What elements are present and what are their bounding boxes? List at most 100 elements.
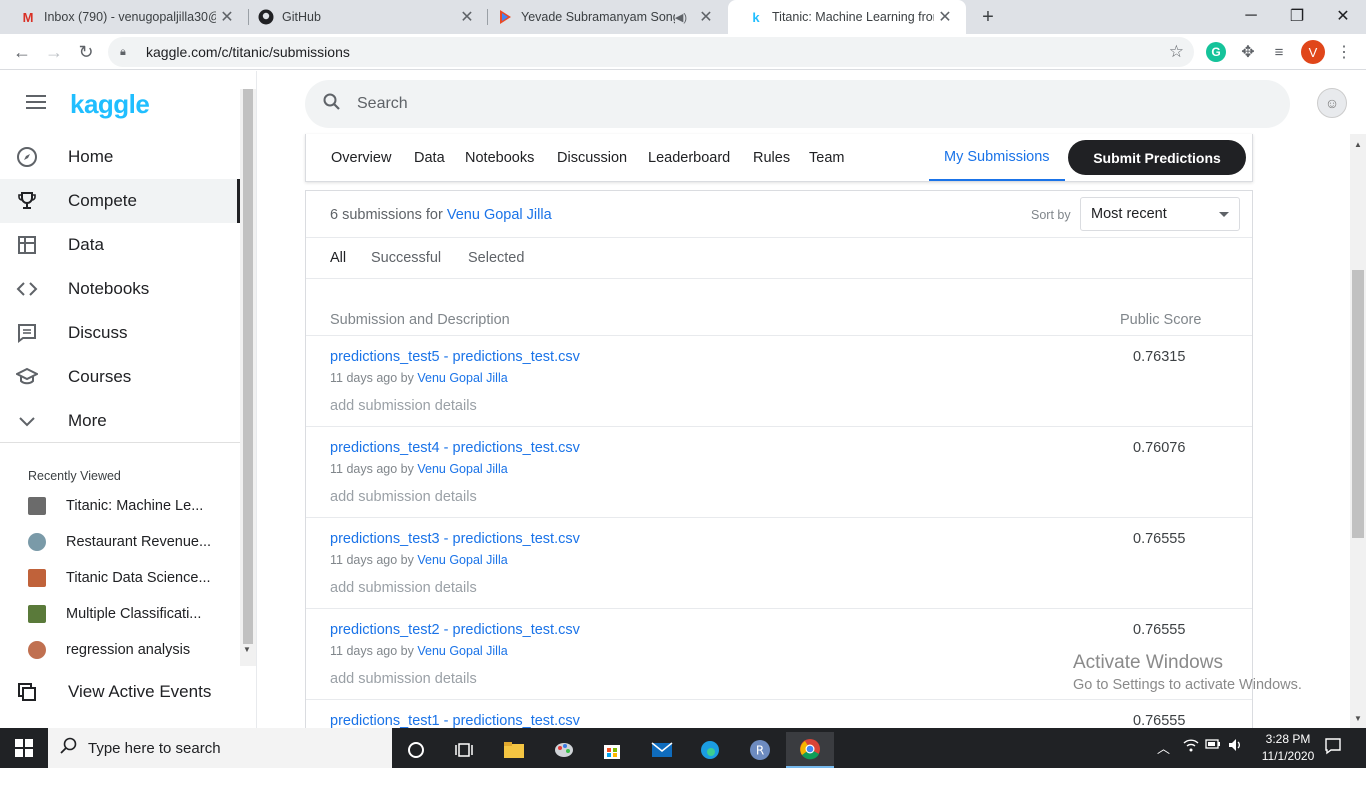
- tab-title: Yevade Subramanyam Songs: [521, 10, 675, 24]
- reload-icon[interactable]: ↻: [72, 38, 100, 66]
- grammarly-icon[interactable]: G: [1206, 42, 1226, 62]
- address-bar[interactable]: 🔒︎ kaggle.com/c/titanic/submissions ☆: [108, 37, 1194, 67]
- submission-count: 6 submissions for Venu Gopal Jilla: [330, 207, 552, 223]
- submission-file-link[interactable]: predictions_test4 - predictions_test.csv: [330, 440, 580, 456]
- recent-item[interactable]: regression analysis: [28, 635, 228, 665]
- search-icon: [60, 737, 78, 760]
- sidebar-item-home[interactable]: Home: [0, 135, 240, 179]
- recent-item[interactable]: Multiple Classificati...: [28, 599, 228, 629]
- wifi-icon[interactable]: [1183, 738, 1199, 755]
- r-app-icon[interactable]: R: [736, 732, 784, 768]
- filter-all[interactable]: All: [330, 250, 346, 266]
- filter-selected[interactable]: Selected: [468, 250, 524, 266]
- close-icon[interactable]: ✕: [934, 7, 956, 27]
- hamburger-menu-icon[interactable]: [26, 95, 46, 111]
- submit-predictions-button[interactable]: Submit Predictions: [1068, 140, 1246, 175]
- user-link[interactable]: Venu Gopal Jilla: [447, 207, 552, 223]
- tab-data[interactable]: Data: [414, 134, 445, 181]
- battery-icon[interactable]: [1205, 738, 1221, 753]
- filter-successful[interactable]: Successful: [371, 250, 441, 266]
- cortana-icon[interactable]: [392, 732, 440, 768]
- extensions-puzzle-icon[interactable]: ✥: [1238, 42, 1258, 62]
- back-arrow-icon[interactable]: ←: [8, 38, 36, 66]
- close-icon[interactable]: ✕: [456, 7, 478, 27]
- media-control-icon[interactable]: ≡: [1269, 42, 1289, 62]
- system-clock[interactable]: 3:28 PM 11/1/2020: [1258, 731, 1318, 765]
- submitter-link[interactable]: Venu Gopal Jilla: [417, 462, 507, 476]
- recent-item[interactable]: Titanic Data Science...: [28, 563, 228, 593]
- forward-arrow-icon[interactable]: →: [40, 38, 68, 66]
- bookmark-star-icon[interactable]: ☆: [1169, 42, 1184, 62]
- submission-file-link[interactable]: predictions_test2 - predictions_test.csv: [330, 622, 580, 638]
- add-details-link[interactable]: add submission details: [330, 489, 477, 505]
- close-icon[interactable]: ✕: [216, 7, 238, 27]
- tab-rules[interactable]: Rules: [753, 134, 790, 181]
- sidebar-item-notebooks[interactable]: Notebooks: [0, 267, 240, 311]
- recent-thumbnail: [28, 533, 46, 551]
- user-avatar[interactable]: ☺: [1317, 88, 1347, 118]
- page-scroll-thumb[interactable]: [1352, 270, 1364, 538]
- recent-item[interactable]: Restaurant Revenue...: [28, 527, 228, 557]
- site-search[interactable]: [305, 80, 1290, 128]
- paint-icon[interactable]: [540, 732, 588, 768]
- sidebar-item-more[interactable]: More: [0, 399, 240, 443]
- recent-item[interactable]: Titanic: Machine Le...: [28, 491, 228, 521]
- tab-notebooks[interactable]: Notebooks: [465, 134, 534, 181]
- tab-title: Inbox (790) - venugopaljilla30@g: [44, 10, 216, 24]
- store-icon[interactable]: [588, 732, 636, 768]
- submitter-link[interactable]: Venu Gopal Jilla: [417, 371, 507, 385]
- browser-menu-icon[interactable]: ⋮: [1334, 42, 1354, 62]
- file-explorer-icon[interactable]: [490, 732, 538, 768]
- tab-overview[interactable]: Overview: [331, 134, 391, 181]
- submitter-link[interactable]: Venu Gopal Jilla: [417, 553, 507, 567]
- tab-discussion[interactable]: Discussion: [557, 134, 627, 181]
- new-tab-button[interactable]: +: [976, 5, 1000, 29]
- public-score: 0.76315: [1133, 349, 1186, 365]
- close-icon[interactable]: ✕: [695, 7, 717, 27]
- close-window-button[interactable]: ✕: [1320, 0, 1366, 32]
- sort-dropdown[interactable]: Most recent: [1080, 197, 1240, 231]
- chevron-up-icon[interactable]: ︿: [1157, 738, 1170, 757]
- browser-tab-gmail[interactable]: M Inbox (790) - venugopaljilla30@g ✕: [0, 0, 248, 34]
- tab-team[interactable]: Team: [809, 134, 844, 181]
- task-view-icon[interactable]: [440, 732, 488, 768]
- tab-leaderboard[interactable]: Leaderboard: [648, 134, 730, 181]
- recent-item-label: regression analysis: [66, 642, 191, 658]
- tab-my-submissions[interactable]: My Submissions: [929, 134, 1065, 181]
- search-input[interactable]: [357, 95, 1157, 113]
- view-active-events-link[interactable]: View Active Events: [0, 670, 240, 714]
- minimize-button[interactable]: ─: [1228, 0, 1274, 32]
- volume-icon[interactable]: [1228, 738, 1244, 755]
- browser-tab-github[interactable]: GitHub ✕: [238, 0, 488, 34]
- scroll-down-arrow-icon[interactable]: ▼: [243, 645, 251, 654]
- add-details-link[interactable]: add submission details: [330, 671, 477, 687]
- add-details-link[interactable]: add submission details: [330, 580, 477, 596]
- sidebar-item-data[interactable]: Data: [0, 223, 240, 267]
- notification-icon[interactable]: [1324, 737, 1342, 758]
- scroll-down-arrow-icon[interactable]: ▼: [1354, 714, 1362, 723]
- submission-file-link[interactable]: predictions_test3 - predictions_test.csv: [330, 531, 580, 547]
- browser-tab-kaggle[interactable]: k Titanic: Machine Learning from D ✕: [728, 0, 966, 34]
- sort-value: Most recent: [1091, 206, 1167, 222]
- add-details-link[interactable]: add submission details: [330, 398, 477, 414]
- submission-file-link[interactable]: predictions_test5 - predictions_test.csv: [330, 349, 580, 365]
- sidebar-item-courses[interactable]: Courses: [0, 355, 240, 399]
- chevron-down-icon: [0, 410, 68, 432]
- sidebar-item-compete[interactable]: Compete: [0, 179, 240, 223]
- scroll-up-arrow-icon[interactable]: ▲: [1354, 140, 1362, 149]
- edge-icon[interactable]: [686, 732, 734, 768]
- taskbar-search[interactable]: Type here to search: [48, 728, 392, 768]
- submitter-link[interactable]: Venu Gopal Jilla: [417, 644, 507, 658]
- chrome-icon[interactable]: [786, 732, 834, 768]
- sidebar-item-discuss[interactable]: Discuss: [0, 311, 240, 355]
- sidebar-scroll-thumb[interactable]: [243, 89, 253, 644]
- restore-button[interactable]: ❐: [1274, 0, 1320, 32]
- submission-file-link[interactable]: predictions_test1 - predictions_test.csv: [330, 713, 580, 729]
- speaker-icon[interactable]: ◀): [675, 11, 687, 24]
- browser-tab-youtube[interactable]: Yevade Subramanyam Songs ◀) ✕: [477, 0, 727, 34]
- clock-time: 3:28 PM: [1265, 732, 1311, 746]
- windows-start-icon[interactable]: [0, 728, 48, 768]
- profile-avatar[interactable]: V: [1301, 40, 1325, 64]
- kaggle-logo[interactable]: kaggle: [70, 89, 150, 120]
- mail-icon[interactable]: [638, 732, 686, 768]
